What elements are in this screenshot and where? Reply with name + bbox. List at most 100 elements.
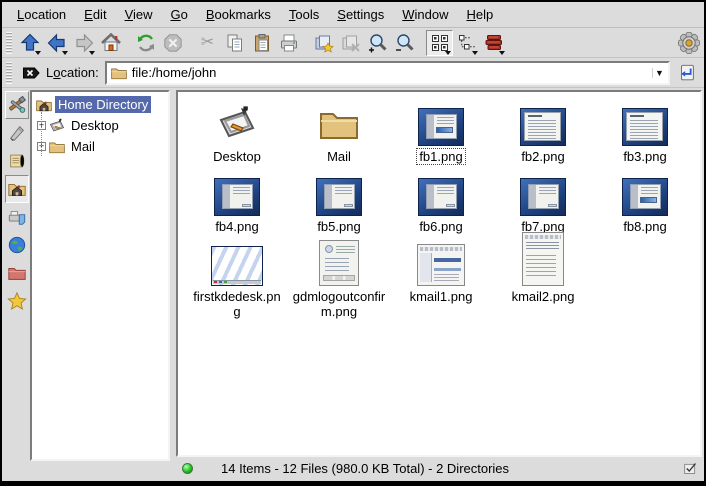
home-folder-icon [35, 96, 53, 114]
location-input[interactable]: file:/home/john [132, 65, 652, 80]
toolbar-drag-handle[interactable] [6, 32, 12, 54]
file-item-gdmlogoutconfirm[interactable]: gdmlogoutconfirm.png [288, 240, 390, 319]
menu-bar: Location Edit View Go Bookmarks Tools Se… [2, 2, 704, 28]
tree-item-home-directory[interactable]: Home Directory [34, 94, 168, 115]
tree-item-mail[interactable]: + Mail [34, 136, 168, 157]
file-item-fb3[interactable]: fb3.png [594, 100, 696, 164]
reload-button[interactable] [132, 30, 159, 56]
view-column: Desktop Mail fb1.png fb2.png [176, 90, 702, 479]
zoom-in-button[interactable] [364, 30, 391, 56]
paste-button[interactable] [248, 30, 275, 56]
file-item-desktop[interactable]: Desktop [186, 100, 288, 164]
forward-button[interactable] [70, 30, 97, 56]
tree-item-label: Home Directory [55, 96, 151, 113]
file-item-fb7[interactable]: fb7.png [492, 170, 594, 234]
menu-bookmarks[interactable]: Bookmarks [197, 4, 280, 25]
go-button[interactable] [674, 60, 700, 86]
kde-logo [675, 30, 702, 56]
file-item-fb2[interactable]: fb2.png [492, 100, 594, 164]
image-effects-button[interactable] [310, 30, 337, 56]
red-folder-icon [7, 263, 27, 283]
tree-item-desktop[interactable]: + Desktop [34, 115, 168, 136]
detail-view-button[interactable] [480, 30, 507, 56]
home-folder-icon [7, 179, 27, 199]
pen-icon [7, 123, 27, 143]
services-icon [7, 207, 27, 227]
sidebar-tab-root-folder[interactable] [5, 259, 29, 287]
file-label: fb5.png [315, 219, 362, 234]
status-text: 14 Items - 12 Files (980.0 KB Total) - 2… [221, 461, 673, 476]
image-thumbnail [316, 178, 362, 216]
view-active-led-icon [182, 463, 193, 474]
up-dropdown-arrow [35, 51, 41, 55]
sidebar-tab-history[interactable] [5, 147, 29, 175]
sidebar-tab-pen[interactable] [5, 119, 29, 147]
menu-edit[interactable]: Edit [75, 4, 115, 25]
file-icon-view[interactable]: Desktop Mail fb1.png fb2.png [176, 90, 702, 457]
menu-view[interactable]: View [116, 4, 162, 25]
menu-window[interactable]: Window [393, 4, 457, 25]
sidebar-configure-button[interactable] [5, 91, 29, 119]
up-button[interactable] [16, 30, 43, 56]
status-bar: 14 Items - 12 Files (980.0 KB Total) - 2… [176, 457, 702, 479]
location-dropdown-arrow[interactable]: ▼ [652, 68, 666, 78]
file-label: fb1.png [417, 149, 464, 164]
menu-help[interactable]: Help [458, 4, 503, 25]
reload-icon [135, 32, 157, 54]
file-label: fb4.png [213, 219, 260, 234]
sidebar-tab-home-directory[interactable] [5, 175, 29, 203]
image-effects-icon [313, 32, 335, 54]
file-label: fb6.png [417, 219, 464, 234]
sidebar-tab-network[interactable] [5, 231, 29, 259]
locbar-drag-handle[interactable] [6, 62, 12, 84]
network-globe-icon [7, 235, 27, 255]
back-button[interactable] [43, 30, 70, 56]
file-item-fb4[interactable]: fb4.png [186, 170, 288, 234]
main-toolbar: ✂ [2, 28, 704, 58]
tree-view-button[interactable] [453, 30, 480, 56]
file-item-mail[interactable]: Mail [288, 100, 390, 164]
file-item-firstkdedesk[interactable]: firstkdedesk.png [186, 240, 288, 319]
file-label: gdmlogoutconfirm.png [290, 289, 388, 319]
folder-icon [48, 138, 66, 156]
go-enter-icon [677, 63, 697, 83]
menu-settings[interactable]: Settings [328, 4, 393, 25]
sidebar-tab-services[interactable] [5, 203, 29, 231]
menu-tools[interactable]: Tools [280, 4, 328, 25]
file-grid: Desktop Mail fb1.png fb2.png [178, 92, 700, 319]
image-thumbnail [319, 240, 359, 286]
location-combobox[interactable]: file:/home/john ▼ [105, 61, 670, 85]
file-item-kmail2[interactable]: kmail2.png [492, 230, 594, 319]
sidebar-tabstrip [4, 90, 30, 479]
file-item-fb5[interactable]: fb5.png [288, 170, 390, 234]
print-button[interactable] [275, 30, 302, 56]
detail-view-dropdown-arrow [499, 51, 505, 55]
image-effects-off-button[interactable] [337, 30, 364, 56]
stop-icon [163, 33, 183, 53]
copy-button[interactable] [221, 30, 248, 56]
stop-button[interactable] [159, 30, 186, 56]
image-effects-off-icon [340, 32, 362, 54]
menu-go[interactable]: Go [162, 4, 197, 25]
icon-view-dropdown-arrow [445, 51, 451, 55]
clear-location-icon [22, 65, 40, 81]
file-item-fb6[interactable]: fb6.png [390, 170, 492, 234]
mark-view-checkbox-icon[interactable] [683, 461, 698, 476]
clear-location-button[interactable] [20, 60, 42, 86]
file-item-kmail1[interactable]: kmail1.png [390, 240, 492, 319]
bookmarks-star-icon [7, 291, 27, 311]
image-thumbnail [214, 178, 260, 216]
zoom-in-icon [367, 32, 389, 54]
file-label: Desktop [211, 149, 263, 164]
file-item-fb1[interactable]: fb1.png [390, 100, 492, 164]
desktop-icon [215, 102, 259, 146]
home-button[interactable] [97, 30, 124, 56]
sidebar-tab-bookmarks[interactable] [5, 287, 29, 315]
menu-location[interactable]: Location [8, 4, 75, 25]
zoom-out-button[interactable] [391, 30, 418, 56]
file-item-fb8[interactable]: fb8.png [594, 170, 696, 234]
image-thumbnail [520, 108, 566, 146]
icon-view-button[interactable] [426, 30, 453, 56]
cut-button[interactable]: ✂ [194, 30, 221, 56]
image-thumbnail [417, 244, 465, 286]
